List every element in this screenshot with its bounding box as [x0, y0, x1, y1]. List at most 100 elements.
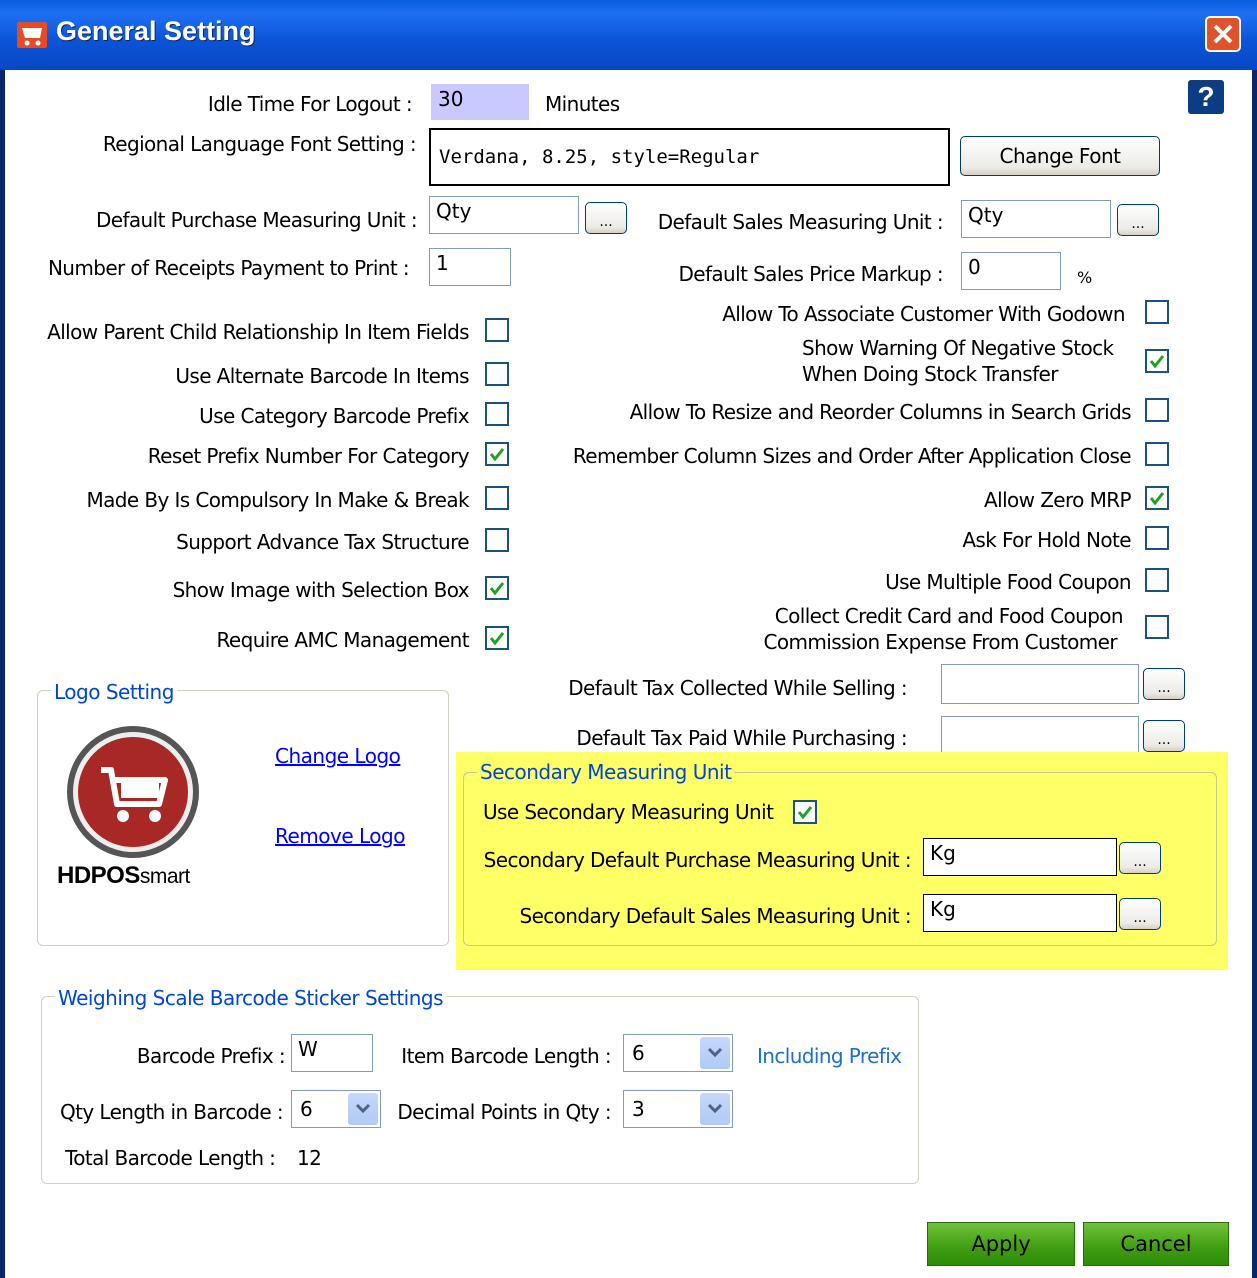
logo-setting-legend: Logo Setting	[51, 680, 177, 704]
option-image-selection-label: Show Image with Selection Box	[172, 578, 470, 602]
purchase-unit-label: Default Purchase Measuring Unit :	[95, 208, 418, 232]
hdpos-brand-name: HDPOS	[57, 862, 140, 889]
remove-logo-link[interactable]: Remove Logo	[275, 824, 405, 848]
item-barcode-length-label: Item Barcode Length :	[401, 1044, 611, 1068]
tax-paid-browse-button[interactable]: ...	[1143, 720, 1185, 752]
checkmark-icon	[489, 448, 505, 462]
dialog-body: ? Idle Time For Logout : 30 Minutes Regi…	[5, 70, 1252, 1278]
qty-length-label: Qty Length in Barcode :	[60, 1100, 284, 1124]
receipts-label: Number of Receipts Payment to Print :	[47, 256, 410, 280]
secondary-sales-unit-browse-button[interactable]: ...	[1119, 898, 1161, 930]
option-commission-label-line2: Commission Expense From Customer	[763, 630, 1118, 654]
option-made-by-checkbox[interactable]	[485, 486, 509, 510]
markup-label: Default Sales Price Markup :	[678, 262, 943, 286]
option-resize-columns-checkbox[interactable]	[1145, 398, 1169, 422]
chevron-down-icon[interactable]	[700, 1093, 730, 1125]
option-amc-label: Require AMC Management	[216, 628, 470, 652]
markup-input[interactable]: 0	[961, 252, 1061, 290]
option-hold-note-label: Ask For Hold Note	[962, 528, 1131, 552]
option-image-selection-checkbox[interactable]	[485, 576, 509, 600]
general-setting-window: General Setting ? Idle Time For Logout :…	[0, 0, 1257, 1278]
change-logo-link[interactable]: Change Logo	[275, 744, 401, 768]
secondary-unit-legend: Secondary Measuring Unit	[477, 760, 735, 784]
purchase-unit-browse-button[interactable]: ...	[585, 202, 627, 234]
option-category-prefix-label: Use Category Barcode Prefix	[199, 404, 469, 428]
decimal-points-value: 3	[632, 1097, 645, 1121]
hdpos-brand-suffix: smart	[139, 865, 191, 888]
option-godown-checkbox[interactable]	[1145, 300, 1169, 324]
option-zero-mrp-label: Allow Zero MRP	[984, 488, 1132, 512]
close-button[interactable]	[1205, 16, 1241, 52]
qty-length-select[interactable]: 6	[291, 1090, 381, 1128]
idle-time-unit: Minutes	[545, 92, 620, 116]
item-barcode-length-value: 6	[632, 1041, 645, 1065]
item-barcode-length-select[interactable]: 6	[623, 1034, 733, 1072]
option-alternate-barcode-label: Use Alternate Barcode In Items	[175, 364, 469, 388]
sales-unit-browse-button[interactable]: ...	[1117, 204, 1159, 236]
secondary-sales-unit-input[interactable]: Kg	[923, 894, 1117, 932]
option-alternate-barcode-checkbox[interactable]	[485, 362, 509, 386]
idle-time-input[interactable]: 30	[431, 84, 529, 120]
option-remember-columns-label: Remember Column Sizes and Order After Ap…	[572, 444, 1132, 468]
purchase-unit-input[interactable]: Qty	[429, 196, 579, 234]
tax-paid-input[interactable]	[941, 716, 1139, 756]
chevron-down-icon[interactable]	[700, 1037, 730, 1069]
including-prefix-label: Including Prefix	[757, 1044, 902, 1068]
hdpos-logo-icon	[67, 726, 199, 858]
total-barcode-length-label: Total Barcode Length :	[65, 1146, 276, 1170]
option-amc-checkbox[interactable]	[485, 626, 509, 650]
cancel-button[interactable]: Cancel	[1083, 1222, 1229, 1266]
option-negative-stock-checkbox[interactable]	[1145, 349, 1169, 373]
decimal-points-select[interactable]: 3	[623, 1090, 733, 1128]
secondary-purchase-unit-label: Secondary Default Purchase Measuring Uni…	[483, 848, 912, 872]
secondary-purchase-unit-browse-button[interactable]: ...	[1119, 842, 1161, 874]
option-remember-columns-checkbox[interactable]	[1145, 442, 1169, 466]
option-food-coupon-checkbox[interactable]	[1145, 568, 1169, 592]
option-advance-tax-checkbox[interactable]	[485, 528, 509, 552]
tax-collected-browse-button[interactable]: ...	[1143, 668, 1185, 700]
checkmark-icon	[1149, 355, 1165, 369]
tax-collected-label: Default Tax Collected While Selling :	[568, 676, 907, 700]
window-title: General Setting	[56, 16, 256, 46]
option-resize-columns-label: Allow To Resize and Reorder Columns in S…	[629, 400, 1132, 424]
secondary-purchase-unit-input[interactable]: Kg	[923, 838, 1117, 876]
idle-time-label: Idle Time For Logout :	[207, 92, 413, 116]
use-secondary-unit-label: Use Secondary Measuring Unit	[483, 800, 774, 824]
checkmark-icon	[797, 806, 813, 820]
total-barcode-length-value: 12	[297, 1146, 322, 1170]
weighing-scale-legend: Weighing Scale Barcode Sticker Settings	[55, 986, 447, 1010]
apply-button[interactable]: Apply	[927, 1222, 1075, 1266]
hdpos-brand-text: HDPOSsmart	[57, 862, 190, 890]
option-advance-tax-label: Support Advance Tax Structure	[176, 530, 469, 554]
option-made-by-label: Made By Is Compulsory In Make & Break	[86, 488, 469, 512]
decimal-points-label: Decimal Points in Qty :	[397, 1100, 611, 1124]
close-icon	[1213, 24, 1233, 44]
barcode-prefix-label: Barcode Prefix :	[136, 1044, 286, 1068]
sales-unit-input[interactable]: Qty	[961, 200, 1111, 238]
help-icon[interactable]: ?	[1188, 80, 1224, 114]
receipts-input[interactable]: 1	[429, 248, 511, 286]
barcode-prefix-input[interactable]: W	[291, 1034, 373, 1072]
option-zero-mrp-checkbox[interactable]	[1145, 486, 1169, 510]
chevron-down-icon[interactable]	[348, 1093, 378, 1125]
secondary-sales-unit-label: Secondary Default Sales Measuring Unit :	[519, 904, 911, 928]
option-food-coupon-label: Use Multiple Food Coupon	[885, 570, 1132, 594]
use-secondary-unit-checkbox[interactable]	[793, 800, 817, 824]
font-setting-field: Verdana, 8.25, style=Regular	[429, 128, 950, 186]
tax-paid-label: Default Tax Paid While Purchasing :	[576, 726, 907, 750]
option-parent-child-checkbox[interactable]	[485, 318, 509, 342]
tax-collected-input[interactable]	[941, 664, 1139, 704]
checkmark-icon	[489, 632, 505, 646]
sales-unit-label: Default Sales Measuring Unit :	[657, 210, 944, 234]
checkmark-icon	[489, 582, 505, 596]
option-commission-checkbox[interactable]	[1145, 615, 1169, 639]
change-font-button[interactable]: Change Font	[960, 136, 1160, 176]
option-commission-label: Collect Credit Card and Food Coupon	[774, 604, 1124, 628]
option-negative-stock-label: Show Warning Of Negative Stock	[802, 336, 1114, 360]
option-parent-child-label: Allow Parent Child Relationship In Item …	[47, 320, 469, 344]
option-reset-prefix-label: Reset Prefix Number For Category	[147, 444, 470, 468]
option-hold-note-checkbox[interactable]	[1145, 526, 1169, 550]
option-negative-stock-label-line2: When Doing Stock Transfer	[802, 362, 1058, 386]
option-godown-label: Allow To Associate Customer With Godown	[722, 302, 1125, 326]
title-bar[interactable]: General Setting	[0, 0, 1257, 70]
